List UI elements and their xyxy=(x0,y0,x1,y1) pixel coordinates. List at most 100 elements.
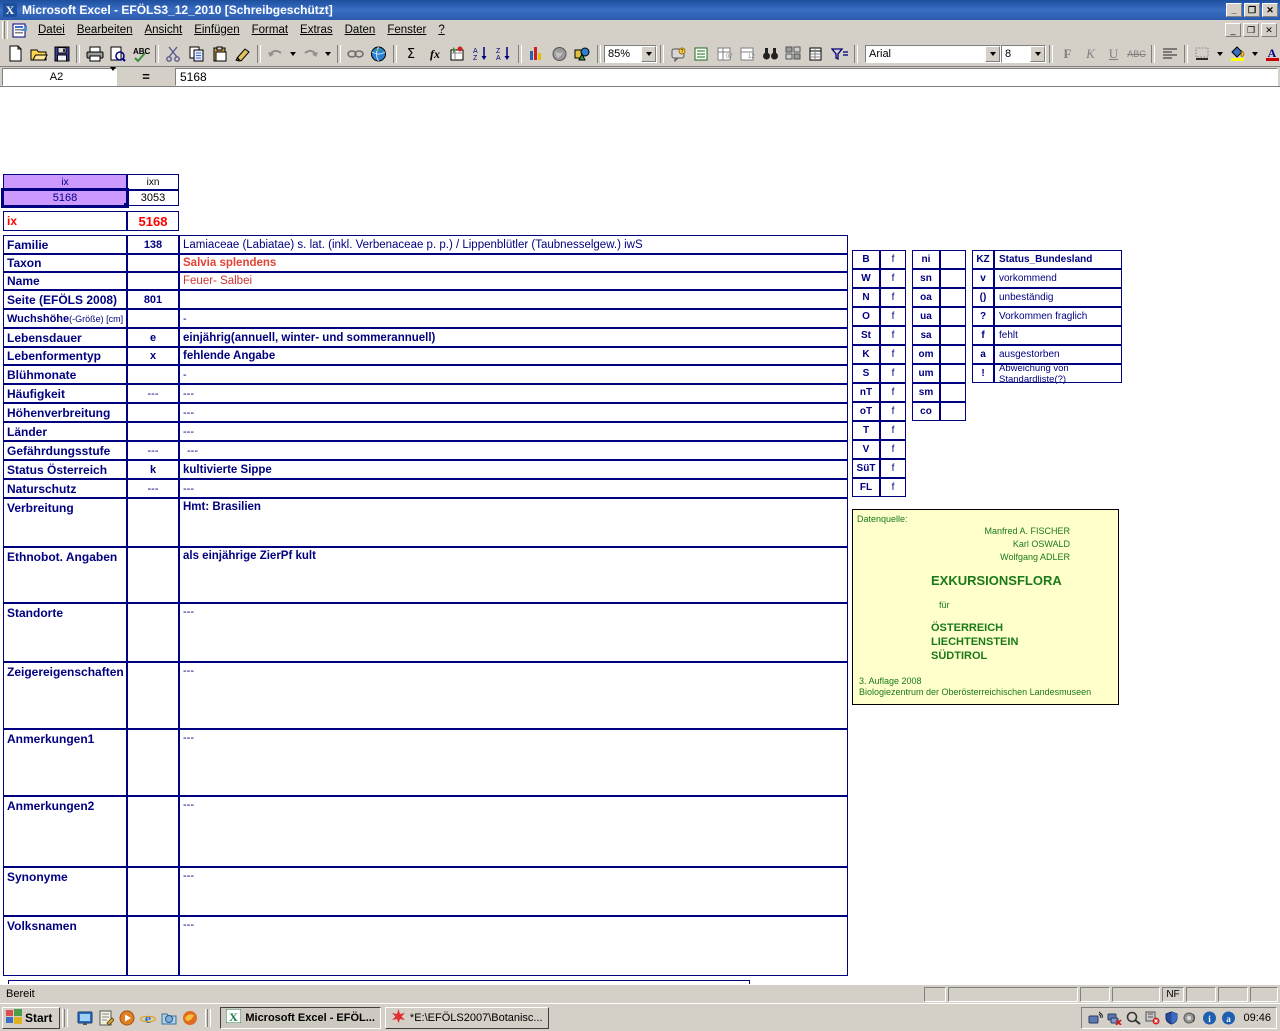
row-code-anmerkungen1[interactable] xyxy=(127,729,179,796)
row-label-zeigereigenschaften[interactable]: Zeigereigenschaften xyxy=(3,662,127,729)
formula-input[interactable]: 5168 xyxy=(175,67,1278,86)
legend-kz-cell[interactable]: SüT xyxy=(852,459,880,478)
menu-drag-grip[interactable] xyxy=(2,21,9,39)
menu-item-einfuegen[interactable]: Einfügen xyxy=(188,22,245,38)
window-split-icon[interactable] xyxy=(782,43,805,65)
cell-ix-label[interactable]: ix xyxy=(3,211,127,231)
row-label-status-oesterreich[interactable]: Status Österreich xyxy=(3,460,127,479)
paste-function-icon[interactable] xyxy=(446,43,469,65)
formula-equals-icon[interactable]: = xyxy=(117,69,175,84)
format-painter-icon[interactable] xyxy=(231,43,254,65)
doc-close-button[interactable]: ✕ xyxy=(1261,23,1277,37)
status-row-kz[interactable]: () xyxy=(972,288,994,307)
legend-region-kz-cell[interactable]: um xyxy=(912,364,940,383)
row-value-anmerkungen2[interactable]: --- xyxy=(179,796,848,867)
font-name-dropdown-arrow[interactable] xyxy=(985,45,1000,62)
undo-dropdown-icon[interactable] xyxy=(287,43,299,65)
row-label-name[interactable]: Name xyxy=(3,272,127,290)
fill-color-icon[interactable] xyxy=(1226,43,1249,65)
legend-region-val-cell[interactable] xyxy=(940,364,966,383)
taskbar-clock[interactable]: 09:46 xyxy=(1243,1012,1271,1024)
row-label-bluehmonate[interactable]: Blühmonate xyxy=(3,365,127,384)
status-row-desc[interactable]: Abweichung von Standardliste(?) xyxy=(994,363,1122,385)
save-icon[interactable] xyxy=(50,43,73,65)
legend-region-kz-cell[interactable]: ua xyxy=(912,307,940,326)
shield-icon[interactable] xyxy=(1163,1010,1179,1026)
maximize-button[interactable]: ❐ xyxy=(1244,3,1260,17)
status-row-kz[interactable]: a xyxy=(972,345,994,364)
row-label-naturschutz[interactable]: Naturschutz xyxy=(3,479,127,498)
menu-item-hilfe[interactable]: ? xyxy=(432,22,450,38)
row-value-gefaehrdungsstufe[interactable]: --- xyxy=(179,441,848,460)
calendar-icon[interactable]: 12 xyxy=(736,43,759,65)
menu-item-format[interactable]: Format xyxy=(246,22,294,38)
row-label-verbreitung[interactable]: Verbreitung xyxy=(3,498,127,547)
font-color-icon[interactable]: A xyxy=(1261,43,1280,65)
legend-region-kz-cell[interactable]: sa xyxy=(912,326,940,345)
legend-val-cell[interactable]: f xyxy=(880,307,906,326)
row-value-lebensdauer[interactable]: einjährig(annuell, winter- und sommerann… xyxy=(179,328,848,347)
fill-handle[interactable] xyxy=(124,203,129,208)
row-code-verbreitung[interactable] xyxy=(127,498,179,547)
print-icon[interactable] xyxy=(83,43,106,65)
row-code-seite[interactable]: 801 xyxy=(127,290,179,309)
sort-desc-icon[interactable]: ZA xyxy=(492,43,515,65)
row-value-lebenformentyp[interactable]: fehlende Angabe xyxy=(179,347,848,365)
legend-region-kz-cell[interactable]: ni xyxy=(912,250,940,269)
legend-region-val-cell[interactable] xyxy=(940,307,966,326)
legend-region-val-cell[interactable] xyxy=(940,402,966,421)
firefox-icon[interactable] xyxy=(181,1009,198,1026)
row-code-name[interactable] xyxy=(127,272,179,290)
row-value-laender[interactable]: --- xyxy=(179,422,848,441)
row-code-haeufigkeit[interactable]: --- xyxy=(127,384,179,403)
row-code-synonyme[interactable] xyxy=(127,867,179,916)
legend-kz-cell[interactable]: oT xyxy=(852,402,880,421)
search-icon[interactable] xyxy=(1125,1010,1141,1026)
binoculars-icon[interactable] xyxy=(759,43,782,65)
cell-ixn-header[interactable]: ixn xyxy=(127,174,179,190)
row-value-naturschutz[interactable]: --- xyxy=(179,479,848,498)
row-code-laender[interactable] xyxy=(127,422,179,441)
cell-ixn-value[interactable]: 3053 xyxy=(127,190,179,206)
drawing-icon[interactable] xyxy=(571,43,594,65)
status-row-desc[interactable]: fehlt xyxy=(994,326,1122,345)
legend-region-kz-cell[interactable]: sm xyxy=(912,383,940,402)
legend-region-val-cell[interactable] xyxy=(940,383,966,402)
legend-val-cell[interactable]: f xyxy=(880,421,906,440)
row-label-anmerkungen1[interactable]: Anmerkungen1 xyxy=(3,729,127,796)
borders-icon[interactable] xyxy=(1191,43,1214,65)
doc-minimize-button[interactable]: _ xyxy=(1225,23,1241,37)
borders-dropdown-icon[interactable] xyxy=(1214,43,1226,65)
bold-button[interactable]: F xyxy=(1056,43,1079,65)
doc-restore-button[interactable]: ❐ xyxy=(1243,23,1259,37)
row-code-hoehenverbreitung[interactable] xyxy=(127,403,179,422)
row-value-familie[interactable]: Lamiaceae (Labiatae) s. lat. (inkl. Verb… xyxy=(179,235,848,254)
legend-region-val-cell[interactable] xyxy=(940,326,966,345)
row-label-anmerkungen2[interactable]: Anmerkungen2 xyxy=(3,796,127,867)
minimize-button[interactable]: _ xyxy=(1226,3,1242,17)
zoom-combo[interactable]: 85% xyxy=(604,44,657,63)
network-disconnected-icon[interactable] xyxy=(1106,1010,1122,1026)
row-code-volksnamen[interactable] xyxy=(127,916,179,976)
spellcheck-icon[interactable]: ABC xyxy=(129,43,152,65)
legend-val-cell[interactable]: f xyxy=(880,250,906,269)
legend-kz-cell[interactable]: O xyxy=(852,307,880,326)
legend-kz-cell[interactable]: T xyxy=(852,421,880,440)
row-label-familie[interactable]: Familie xyxy=(3,235,127,254)
row-code-anmerkungen2[interactable] xyxy=(127,796,179,867)
filter-icon[interactable] xyxy=(828,43,851,65)
start-button[interactable]: Start xyxy=(2,1006,61,1029)
underline-button[interactable]: U xyxy=(1102,43,1125,65)
legend-region-val-cell[interactable] xyxy=(940,250,966,269)
row-value-standorte[interactable]: --- xyxy=(179,603,848,662)
legend-kz-cell[interactable]: FL xyxy=(852,478,880,497)
row-label-seite[interactable]: Seite (EFÖLS 2008) xyxy=(3,290,127,309)
web-toolbar-icon[interactable] xyxy=(367,43,390,65)
row-value-zeigereigenschaften[interactable]: --- xyxy=(179,662,848,729)
media-player-icon[interactable] xyxy=(118,1009,135,1026)
status-row-kz[interactable]: f xyxy=(972,326,994,345)
status-row-desc[interactable]: vorkommend xyxy=(994,269,1122,288)
row-value-name[interactable]: Feuer- Salbei xyxy=(179,272,848,290)
strikethrough-button[interactable]: ABC xyxy=(1125,43,1148,65)
legend-kz-cell[interactable]: S xyxy=(852,364,880,383)
